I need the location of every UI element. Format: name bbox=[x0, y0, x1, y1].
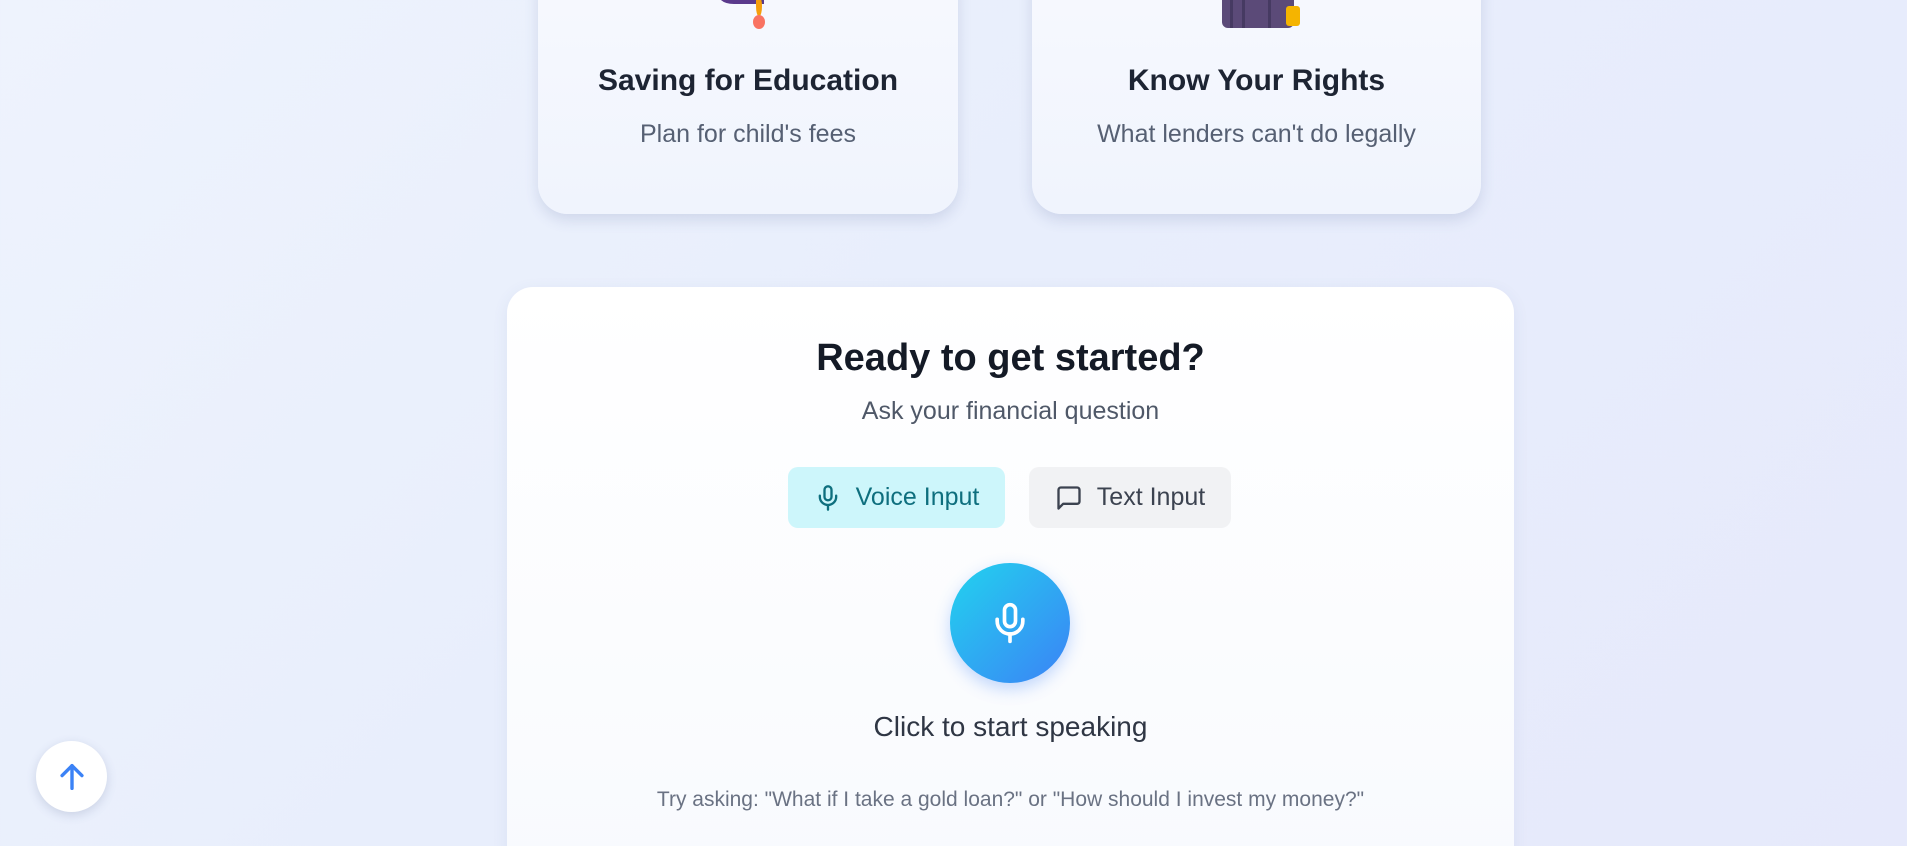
mic-hint-text: Click to start speaking bbox=[873, 711, 1148, 742]
text-input-button[interactable]: Text Input bbox=[1029, 467, 1231, 528]
arrow-up-icon bbox=[55, 760, 89, 794]
start-recording-button[interactable] bbox=[950, 563, 1070, 683]
card-subtitle: What lenders can't do legally bbox=[1097, 120, 1416, 148]
example-questions-text: Try asking: "What if I take a gold loan?… bbox=[656, 788, 1365, 811]
microphone-icon bbox=[814, 484, 842, 512]
text-input-label: Text Input bbox=[1096, 483, 1206, 511]
topic-card-saving-education[interactable]: Saving for Education Plan for child's fe… bbox=[538, 0, 958, 214]
scroll-to-top-button[interactable] bbox=[36, 741, 107, 812]
voice-input-label: Voice Input bbox=[855, 483, 980, 511]
graduation-illustration-icon bbox=[720, 0, 765, 29]
chat-bubble-icon bbox=[1055, 484, 1083, 512]
panel-subtitle: Ask your financial question bbox=[861, 397, 1160, 425]
judge-illustration-icon bbox=[1222, 0, 1300, 28]
card-title: Know Your Rights bbox=[1127, 64, 1386, 97]
card-subtitle: Plan for child's fees bbox=[640, 120, 856, 148]
topic-card-know-rights[interactable]: Know Your Rights What lenders can't do l… bbox=[1032, 0, 1481, 214]
voice-input-button[interactable]: Voice Input bbox=[788, 467, 1005, 528]
microphone-icon bbox=[988, 601, 1032, 645]
card-title: Saving for Education bbox=[597, 64, 899, 97]
get-started-panel: Ready to get started? Ask your financial… bbox=[507, 287, 1514, 846]
panel-title: Ready to get started? bbox=[816, 337, 1205, 379]
